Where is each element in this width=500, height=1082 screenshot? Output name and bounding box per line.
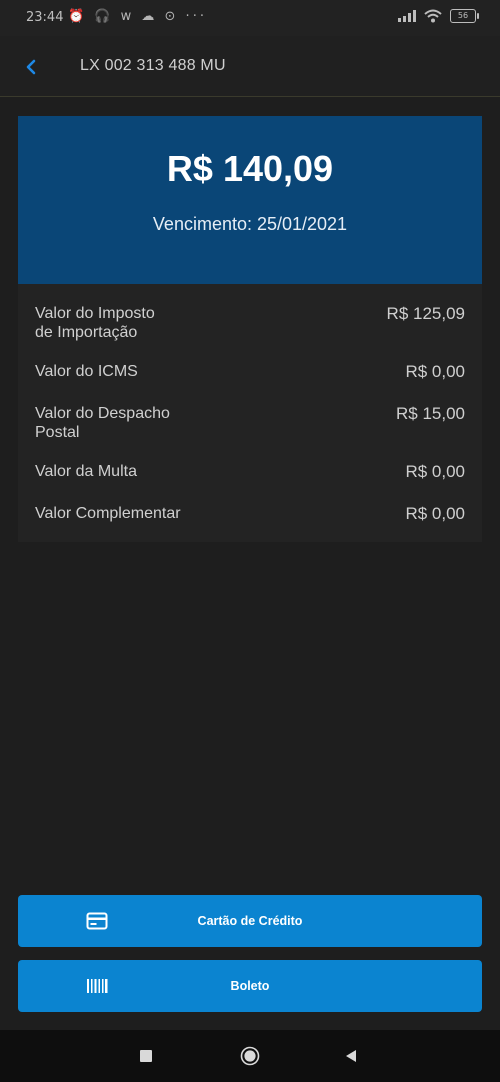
page-title: LX 002 313 488 MU [80, 57, 226, 74]
back-triangle-icon[interactable] [344, 1049, 358, 1063]
detail-value: R$ 0,00 [405, 504, 465, 523]
boleto-label: Boleto [230, 979, 270, 993]
boleto-button[interactable]: Boleto [18, 960, 482, 1012]
status-right: 56 [398, 9, 479, 23]
detail-label: Valor do ICMS [35, 363, 138, 380]
detail-value: R$ 125,09 [386, 304, 465, 323]
due-date: Vencimento: 25/01/2021 [152, 214, 348, 234]
total-amount: R$ 140,09 [166, 148, 334, 189]
status-bar: 23:44 ⏰ 🎧 w ☁ ⊙ ··· 56 [0, 0, 500, 36]
detail-label: Valor da Multa [35, 463, 137, 480]
battery-icon: 56 [450, 9, 479, 23]
chevron-left-icon[interactable] [18, 53, 46, 81]
detail-value: R$ 0,00 [405, 462, 465, 481]
amount-summary-card: R$ 140,09 Vencimento: 25/01/2021 [18, 116, 482, 284]
home-icon[interactable] [240, 1046, 260, 1066]
app-bar: LX 002 313 488 MU [0, 36, 500, 97]
detail-label: Valor do Despacho Postal [35, 405, 170, 441]
detail-label: Valor do Imposto de Importação [35, 305, 155, 341]
system-nav-bar [0, 1030, 500, 1082]
credit-card-label: Cartão de Crédito [197, 914, 303, 928]
detail-value: R$ 0,00 [405, 362, 465, 381]
recent-apps-icon[interactable] [140, 1050, 152, 1062]
fee-details-card: Valor do Imposto de Importação R$ 125,09… [18, 284, 482, 542]
credit-card-button[interactable]: Cartão de Crédito [18, 895, 482, 947]
screen: 23:44 ⏰ 🎧 w ☁ ⊙ ··· 56 LX 002 313 488 MU… [0, 0, 500, 1082]
wifi-icon [424, 9, 442, 23]
signal-icon [398, 10, 416, 22]
detail-label: Valor Complementar [35, 505, 181, 522]
detail-value: R$ 15,00 [396, 404, 465, 423]
notification-icons: ⏰ 🎧 w ☁ ⊙ ··· [68, 9, 207, 24]
status-time: 23:44 [26, 10, 64, 25]
